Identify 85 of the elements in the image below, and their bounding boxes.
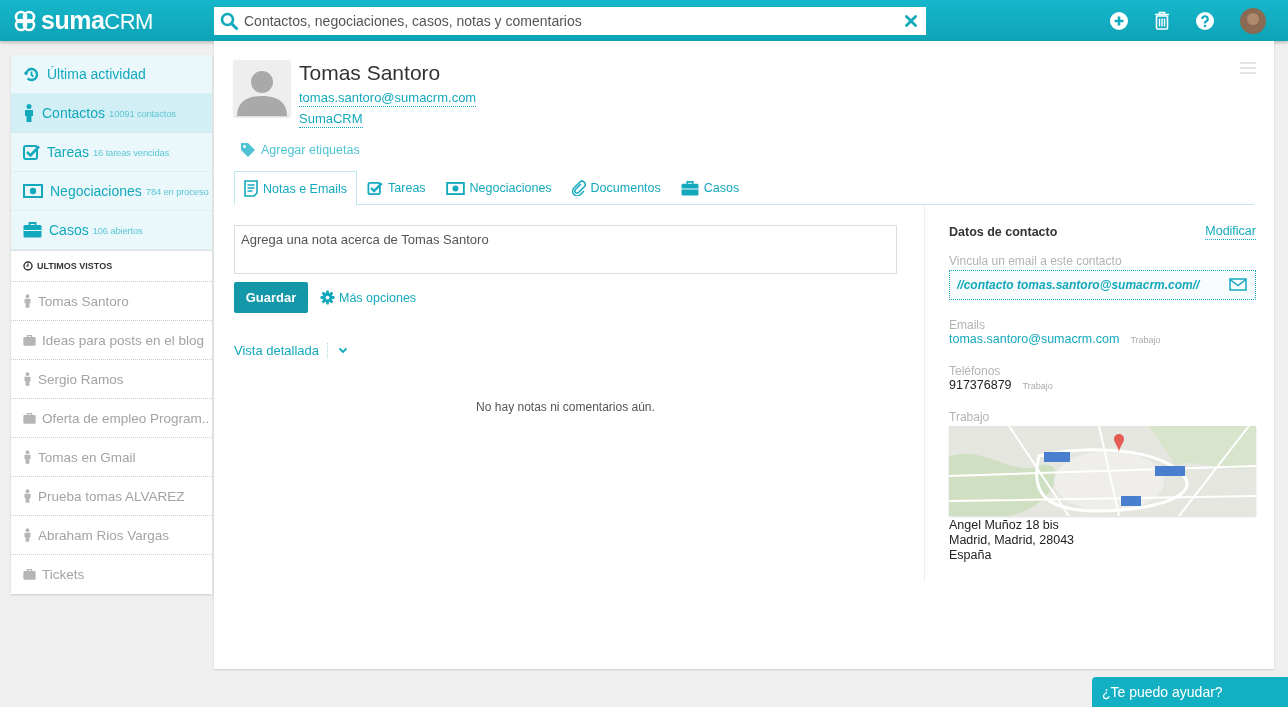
mail-icon[interactable] (1229, 278, 1247, 291)
search-icon (220, 11, 238, 30)
recent-item[interactable]: Prueba tomas ALVAREZ (11, 477, 212, 516)
checkbox-icon (367, 180, 384, 196)
recent-item[interactable]: Sergio Ramos (11, 360, 212, 399)
search-field[interactable]: Contactos, negociaciones, casos, notas y comentarios (214, 6, 926, 35)
banknote-icon (445, 181, 465, 195)
tag-icon (240, 142, 258, 158)
phone-number: 917376879 (949, 378, 1012, 392)
recent-item[interactable]: Abraham Rios Vargas (11, 516, 212, 555)
recent-item[interactable]: Tickets (11, 555, 212, 594)
briefcase-icon (23, 334, 36, 346)
person-icon (23, 450, 32, 464)
sidebar-item[interactable]: Contactos 10091 contactos (11, 94, 212, 133)
nav-label: Negociaciones (50, 183, 142, 199)
address-line: España (949, 548, 993, 563)
briefcase-icon (23, 222, 42, 238)
avatar[interactable] (1240, 7, 1266, 34)
address-line: Angel Muñoz 18 bis (949, 518, 1060, 533)
recent-item[interactable]: Oferta de empleo Program.. (11, 399, 212, 438)
note-field[interactable]: Agrega una nota acerca de Tomas Santoro (234, 225, 897, 274)
email-link[interactable]: tomas.santoro@sumacrm.com (949, 332, 1120, 346)
clear-icon[interactable] (905, 14, 917, 27)
briefcase-icon (23, 569, 36, 580)
sidebar-item[interactable]: Casos 106 abiertos (11, 211, 212, 250)
checkbox-icon (23, 143, 40, 161)
address-line: Madrid, Madrid, 28043 (949, 533, 1076, 548)
person-icon (23, 372, 32, 386)
person-icon (23, 528, 32, 542)
type-label: Trabajo (1130, 335, 1161, 345)
nav-count: 106 abiertos (92, 224, 143, 236)
nav-label: Contactos (42, 105, 106, 121)
briefcase-icon (23, 412, 36, 424)
paperclip-icon (571, 180, 586, 196)
nav-label: Tareas (47, 144, 90, 160)
company-link[interactable]: SumaCRM (299, 111, 363, 128)
field-label: Emails (949, 318, 986, 332)
nav-label: Casos (49, 222, 89, 238)
tab[interactable]: Notas e Emails (234, 171, 358, 205)
tab[interactable]: Tareas (357, 171, 436, 204)
type-label: Trabajo (1022, 381, 1053, 391)
help-icon[interactable] (1196, 11, 1214, 30)
help-chat-button[interactable]: ¿Te puedo ayudar? (1092, 677, 1288, 707)
tab[interactable]: Negociaciones (435, 171, 562, 204)
nav-count: 10091 contactos (109, 107, 176, 119)
add-icon[interactable] (1110, 11, 1128, 30)
avatar-placeholder (234, 60, 290, 116)
section-title: Datos de contacto (949, 224, 1058, 239)
person-icon (23, 489, 32, 503)
nav-count: 784 en proceso (145, 185, 209, 197)
more-options-link[interactable]: Más opciones (339, 290, 417, 305)
add-tags-link[interactable]: Agregar etiquetas (261, 143, 360, 157)
trash-icon[interactable] (1154, 11, 1170, 30)
nav-label: Última actividad (47, 66, 146, 82)
tab[interactable]: Documentos (561, 171, 671, 204)
field-label: Trabajo (949, 410, 991, 424)
section-title: ULTIMOS VISTOS (37, 261, 113, 271)
clock-icon (23, 261, 33, 271)
logo-icon (12, 8, 38, 33)
banknote-icon (23, 184, 43, 198)
contact-name: Tomas Santoro (299, 60, 441, 86)
tab[interactable]: Casos (670, 171, 750, 204)
field-label: Vincula un email a este contacto (949, 254, 1123, 268)
logo[interactable]: sumaCRM (41, 6, 153, 35)
person-icon (23, 294, 32, 308)
history-icon (23, 65, 40, 83)
empty-message: No hay notas ni comentarios aún. (475, 400, 656, 414)
sidebar-item[interactable]: Última actividad (11, 55, 212, 94)
edit-link[interactable]: Modificar (1205, 223, 1256, 240)
sidebar-item[interactable]: Negociaciones 784 en proceso (11, 172, 212, 211)
email-link[interactable]: tomas.santoro@sumacrm.com (299, 90, 477, 107)
recent-item[interactable]: Ideas para posts en el blog (11, 321, 212, 360)
person-icon (23, 104, 35, 122)
recent-item[interactable]: Tomas Santoro (11, 282, 212, 321)
recent-item[interactable]: Tomas en Gmail (11, 438, 212, 477)
sidebar-item[interactable]: Tareas 16 tareas vencidas (11, 133, 212, 172)
field-label: Teléfonos (949, 364, 1002, 378)
nav-count: 16 tareas vencidas (93, 146, 170, 158)
briefcase-icon (680, 180, 699, 196)
chevron-down-icon[interactable] (338, 347, 349, 354)
gear-icon (320, 290, 335, 305)
email-link-field[interactable]: //contacto tomas.santoro@sumacrm.com// (949, 270, 1256, 300)
view-dropdown[interactable]: Vista detallada (234, 343, 329, 358)
save-button[interactable]: Guardar (234, 282, 308, 313)
note-icon (244, 180, 258, 197)
